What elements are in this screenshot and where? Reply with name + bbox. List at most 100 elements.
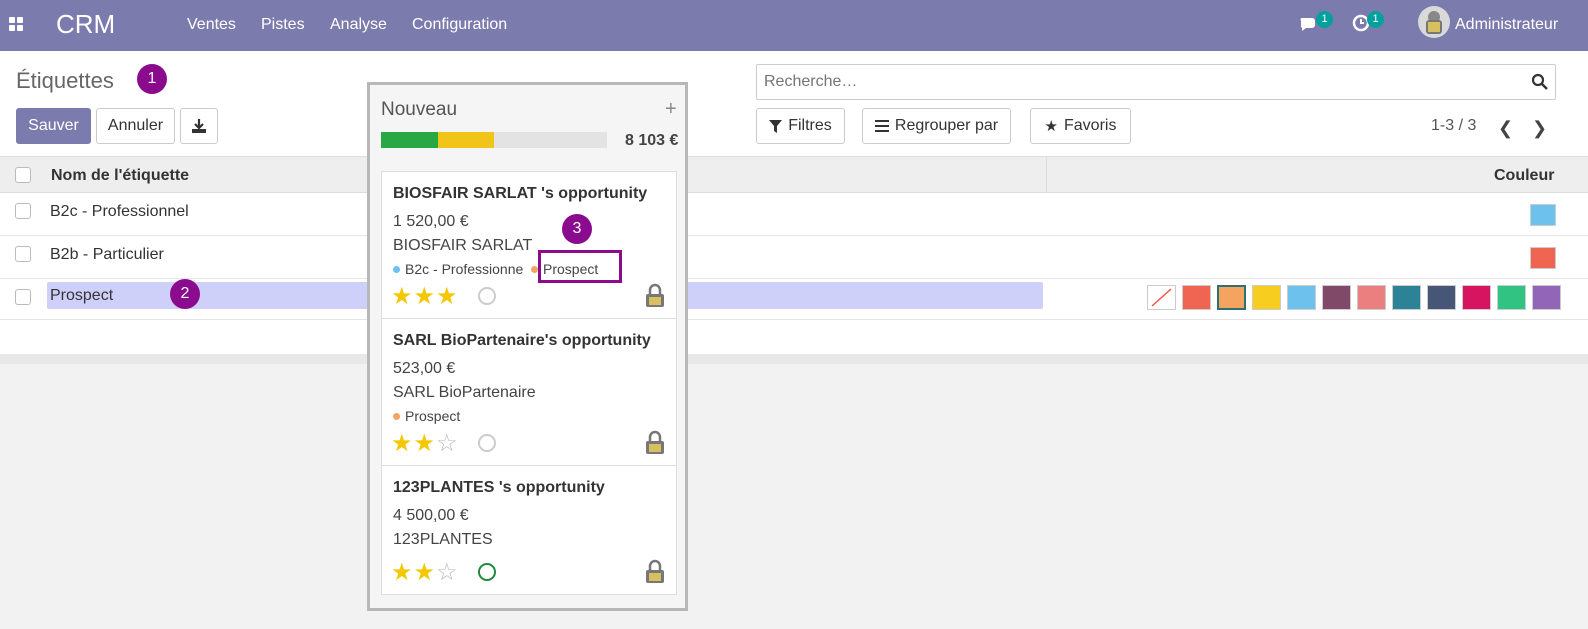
activity-clock-icon[interactable] (478, 434, 496, 452)
color-option-orange-selected[interactable] (1217, 285, 1246, 310)
color-option-green[interactable] (1497, 285, 1526, 310)
tag-name-value[interactable]: Prospect (50, 287, 113, 305)
chevron-left-icon[interactable]: ❮ (1498, 118, 1513, 139)
column-header-name[interactable]: Nom de l'étiquette (51, 167, 189, 185)
top-navbar: CRM Ventes Pistes Analyse Configuration … (0, 0, 1588, 51)
app-name[interactable]: CRM (56, 9, 115, 40)
filters-button[interactable]: Filtres (756, 108, 845, 144)
step-marker-3: 3 (562, 214, 592, 244)
menu-ventes[interactable]: Ventes (187, 16, 236, 34)
star-icon: ★ (1044, 118, 1058, 135)
color-option-navy[interactable] (1427, 285, 1456, 310)
column-header-color[interactable]: Couleur (1494, 167, 1554, 185)
card-customer: 123PLANTES (393, 531, 493, 548)
menu-pistes[interactable]: Pistes (261, 16, 305, 34)
row-checkbox[interactable] (15, 289, 31, 305)
card-tag: B2c - Professionne (393, 261, 523, 277)
progress-green-segment[interactable] (381, 132, 438, 148)
download-button[interactable] (180, 108, 218, 144)
menu-analyse[interactable]: Analyse (330, 16, 387, 34)
star-icon[interactable]: ★ (391, 283, 414, 310)
search-icon[interactable] (1531, 73, 1549, 91)
favorites-button[interactable]: ★ Favoris (1030, 108, 1131, 144)
apps-menu-icon[interactable] (9, 17, 23, 31)
tag-color-dot (531, 265, 538, 273)
card-tag: Prospect (393, 408, 460, 424)
star-icon[interactable]: ★ (414, 559, 437, 586)
assignee-avatar-icon[interactable] (644, 559, 666, 585)
select-all-checkbox[interactable] (15, 167, 31, 183)
tag-label: Prospect (405, 408, 461, 424)
table-row[interactable]: B2c - Professionnel (0, 193, 1588, 236)
color-swatch[interactable] (1530, 204, 1556, 226)
column-progress-bar[interactable] (381, 132, 607, 148)
color-option-yellow[interactable] (1252, 285, 1281, 310)
star-empty-icon[interactable]: ☆ (436, 430, 459, 457)
progress-yellow-segment[interactable] (437, 132, 494, 148)
search-bar[interactable] (756, 64, 1556, 100)
menu-configuration[interactable]: Configuration (412, 16, 507, 34)
card-amount: 1 520,00 € (393, 213, 469, 230)
step-marker-2: 2 (170, 279, 200, 309)
activity-clock-icon[interactable] (478, 563, 496, 581)
user-name[interactable]: Administrateur (1455, 16, 1558, 34)
star-empty-icon[interactable]: ☆ (436, 559, 459, 586)
color-option-dark-purple[interactable] (1322, 285, 1351, 310)
table-row-editing[interactable]: Prospect 2 (0, 279, 1588, 320)
priority-stars[interactable]: ★★☆ (391, 429, 459, 458)
row-checkbox[interactable] (15, 246, 31, 262)
kanban-card[interactable]: BIOSFAIR SARLAT 's opportunity 1 520,00 … (381, 171, 677, 319)
card-customer: BIOSFAIR SARLAT (393, 237, 533, 254)
tag-name[interactable]: B2b - Particulier (50, 246, 164, 264)
card-amount: 523,00 € (393, 360, 456, 377)
page-title: Étiquettes (16, 68, 114, 93)
kanban-card[interactable]: SARL BioPartenaire's opportunity 523,00 … (381, 318, 677, 466)
star-icon[interactable]: ★ (391, 559, 414, 586)
kanban-column-preview: Nouveau + 8 103 € BIOSFAIR SARLAT 's opp… (367, 82, 688, 611)
filters-label: Filtres (788, 117, 832, 134)
star-icon[interactable]: ★ (391, 430, 414, 457)
chevron-right-icon[interactable]: ❯ (1532, 118, 1547, 139)
assignee-avatar-icon[interactable] (644, 283, 666, 309)
search-input[interactable] (757, 65, 1517, 99)
color-option-light-blue[interactable] (1287, 285, 1316, 310)
row-checkbox[interactable] (15, 203, 31, 219)
star-icon[interactable]: ★ (414, 430, 437, 457)
activity-clock-icon[interactable] (478, 287, 496, 305)
user-avatar[interactable] (1418, 6, 1450, 38)
tag-name[interactable]: B2c - Professionnel (50, 203, 189, 221)
color-option-red[interactable] (1182, 285, 1211, 310)
table-header: Nom de l'étiquette Couleur (0, 157, 1588, 193)
color-option-purple[interactable] (1532, 285, 1561, 310)
filter-icon (769, 119, 783, 133)
cancel-button[interactable]: Annuler (96, 108, 175, 144)
tag-color-dot (393, 412, 400, 420)
save-button[interactable]: Sauver (16, 108, 91, 144)
card-title: BIOSFAIR SARLAT 's opportunity (393, 185, 648, 202)
card-customer: SARL BioPartenaire (393, 384, 536, 401)
no-color-swatch[interactable] (1147, 285, 1176, 310)
groupby-label: Regrouper par (894, 117, 999, 134)
column-title: Nouveau (381, 99, 458, 120)
list-icon (874, 120, 889, 132)
tags-list: Nom de l'étiquette Couleur B2c - Profess… (0, 157, 1588, 354)
table-row[interactable]: B2b - Particulier (0, 236, 1588, 279)
color-option-teal[interactable] (1392, 285, 1421, 310)
color-option-pink[interactable] (1462, 285, 1491, 310)
kanban-card[interactable]: 123PLANTES 's opportunity 4 500,00 € 123… (381, 465, 677, 595)
pager-value[interactable]: 1-3 / 3 (1431, 117, 1476, 135)
color-swatch[interactable] (1530, 247, 1556, 269)
star-icon[interactable]: ★ (436, 283, 459, 310)
favorites-label: Favoris (1064, 117, 1117, 134)
star-icon[interactable]: ★ (414, 283, 437, 310)
color-option-salmon[interactable] (1357, 285, 1386, 310)
priority-stars[interactable]: ★★★ (391, 282, 459, 311)
column-divider (1046, 157, 1047, 193)
add-card-icon[interactable]: + (665, 98, 677, 121)
messages-badge: 1 (1316, 11, 1333, 28)
assignee-avatar-icon[interactable] (644, 430, 666, 456)
tag-label: B2c - Professionne (405, 261, 524, 277)
priority-stars[interactable]: ★★☆ (391, 558, 459, 587)
groupby-button[interactable]: Regrouper par (862, 108, 1011, 144)
step-marker-1: 1 (137, 64, 167, 94)
